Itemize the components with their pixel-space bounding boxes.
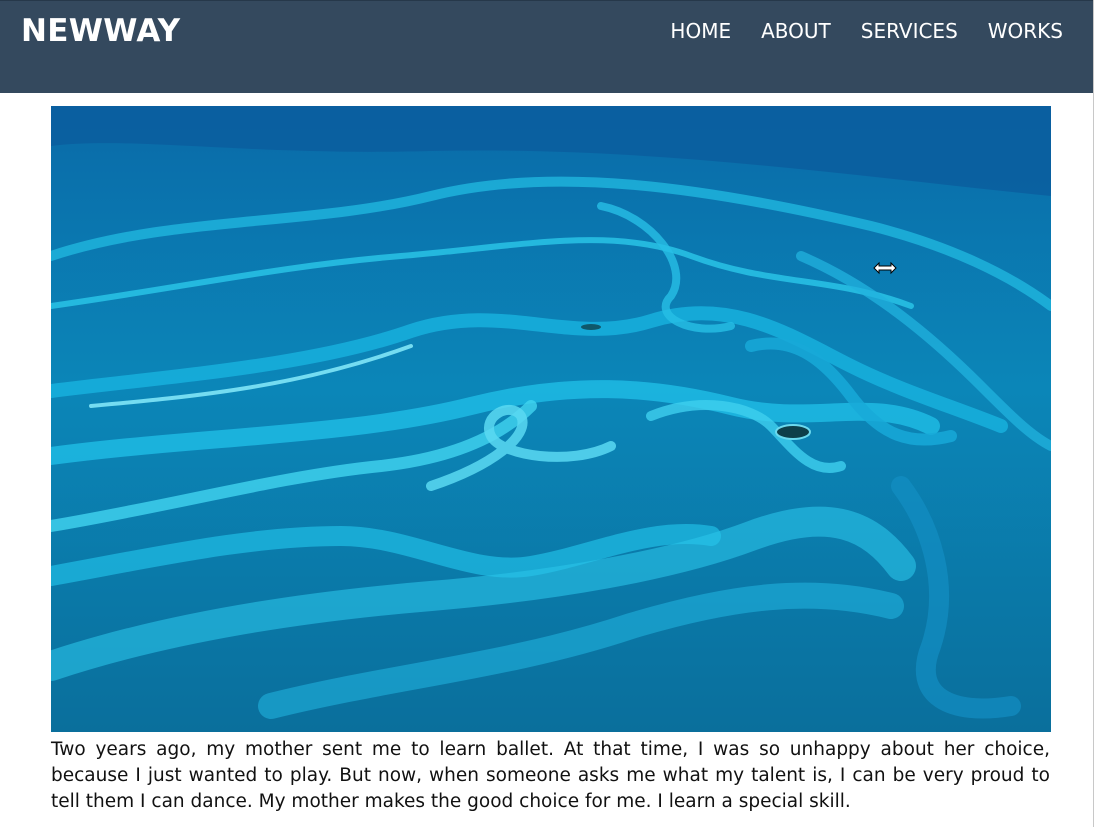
nav-item-services: SERVICES [861,16,958,46]
nav-item-about: ABOUT [761,16,831,46]
brand-logo[interactable]: NEWWAY [21,11,180,51]
ocean-aerial-photo [51,106,1051,732]
main-nav: HOME ABOUT SERVICES WORKS [670,16,1063,46]
site-header: NEWWAY HOME ABOUT SERVICES WORKS [0,0,1093,93]
nav-link-about[interactable]: ABOUT [761,19,831,43]
hero-image [51,106,1051,732]
nav-link-works[interactable]: WORKS [988,19,1063,43]
nav-item-works: WORKS [988,16,1063,46]
nav-link-home[interactable]: HOME [670,19,731,43]
horizontal-resize-cursor-icon [873,260,897,275]
nav-item-home: HOME [670,16,731,46]
body-paragraph: Two years ago, my mother sent me to lear… [51,739,1050,812]
nav-link-services[interactable]: SERVICES [861,19,958,43]
